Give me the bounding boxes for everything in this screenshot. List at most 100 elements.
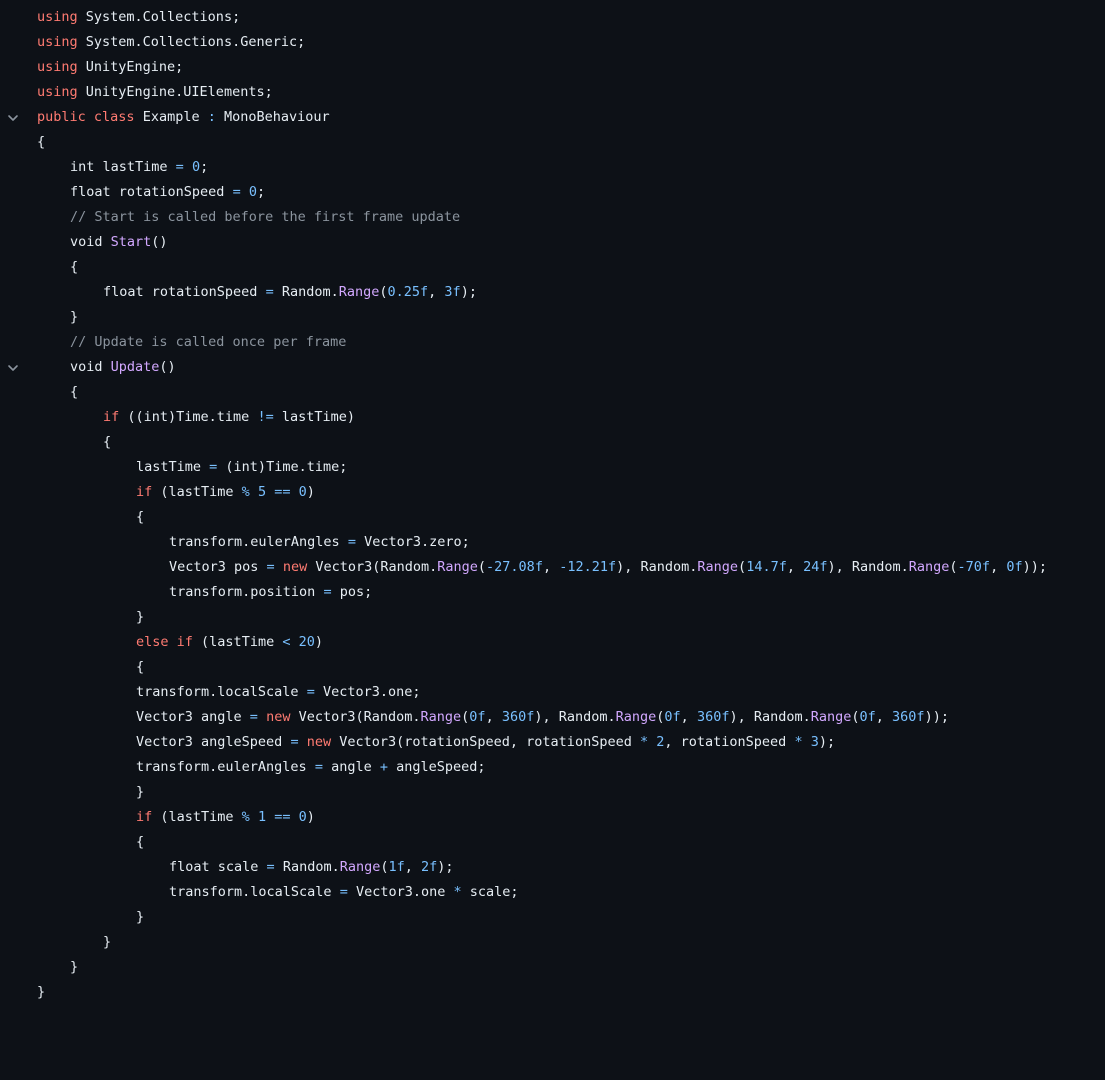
code-token: 1 [257, 809, 267, 825]
code-text: { [37, 655, 144, 680]
code-text: if (lastTime % 5 == 0) [37, 480, 315, 505]
code-token: = [175, 159, 184, 175]
code-text: { [37, 830, 144, 855]
code-token: 2f [421, 859, 438, 875]
code-line-39[interactable]: } [0, 955, 1105, 980]
code-token: (int)Time.time; [217, 459, 348, 475]
code-token: Vector3(Random. [290, 709, 421, 725]
code-token: = [314, 759, 323, 775]
code-token: Range [810, 709, 852, 725]
code-text: { [37, 255, 78, 280]
code-token: 14.7f [746, 559, 787, 575]
code-text: } [37, 930, 111, 955]
code-line-35[interactable]: float scale = Random.Range(1f, 2f); [0, 855, 1105, 880]
code-line-38[interactable]: } [0, 930, 1105, 955]
code-line-6[interactable]: { [0, 130, 1105, 155]
code-token: using [37, 59, 78, 75]
code-line-31[interactable]: transform.eulerAngles = angle + angleSpe… [0, 755, 1105, 780]
code-token: { [136, 659, 145, 675]
code-line-30[interactable]: Vector3 angleSpeed = new Vector3(rotatio… [0, 730, 1105, 755]
chevron-down-icon [8, 114, 18, 121]
code-line-19[interactable]: lastTime = (int)Time.time; [0, 455, 1105, 480]
code-line-21[interactable]: { [0, 505, 1105, 530]
code-line-22[interactable]: transform.eulerAngles = Vector3.zero; [0, 530, 1105, 555]
code-line-1[interactable]: using System.Collections; [0, 5, 1105, 30]
code-line-8[interactable]: float rotationSpeed = 0; [0, 180, 1105, 205]
code-token: } [136, 609, 145, 625]
code-line-17[interactable]: if ((int)Time.time != lastTime) [0, 405, 1105, 430]
code-token: 360f [696, 709, 730, 725]
code-text: transform.eulerAngles = angle + angleSpe… [37, 755, 486, 780]
code-token: else [136, 634, 169, 650]
code-line-32[interactable]: } [0, 780, 1105, 805]
code-line-33[interactable]: if (lastTime % 1 == 0) [0, 805, 1105, 830]
code-token: -70f [957, 559, 991, 575]
code-line-34[interactable]: { [0, 830, 1105, 855]
code-line-4[interactable]: using UnityEngine.UIElements; [0, 80, 1105, 105]
code-token: new [266, 709, 291, 725]
code-token: pos; [331, 584, 373, 600]
code-token: (lastTime [152, 484, 242, 500]
code-token: ); [460, 284, 477, 300]
code-token: ( [477, 559, 487, 575]
code-token: Range [420, 709, 462, 725]
code-line-37[interactable]: } [0, 905, 1105, 930]
code-token: = [265, 284, 274, 300]
code-token: = [232, 184, 241, 200]
code-token: { [103, 434, 112, 450]
code-line-29[interactable]: Vector3 angle = new Vector3(Random.Range… [0, 705, 1105, 730]
code-token: angleSpeed; [388, 759, 486, 775]
code-token: } [136, 909, 145, 925]
code-token: if [136, 484, 153, 500]
code-text: } [37, 305, 78, 330]
code-line-15[interactable]: void Update() [0, 355, 1105, 380]
code-line-3[interactable]: using UnityEngine; [0, 55, 1105, 80]
code-token: Random. [274, 859, 340, 875]
code-token: Vector3 angleSpeed [136, 734, 291, 750]
code-line-28[interactable]: transform.localScale = Vector3.one; [0, 680, 1105, 705]
code-line-5[interactable]: public class Example : MonoBehaviour [0, 105, 1105, 130]
code-line-12[interactable]: float rotationSpeed = Random.Range(0.25f… [0, 280, 1105, 305]
code-token: )); [924, 709, 949, 725]
code-token: Vector3 pos [169, 559, 267, 575]
code-token: class [93, 109, 135, 125]
code-line-25[interactable]: } [0, 605, 1105, 630]
code-line-11[interactable]: { [0, 255, 1105, 280]
code-line-14[interactable]: // Update is called once per frame [0, 330, 1105, 355]
fold-toggle[interactable] [6, 355, 20, 380]
code-token: , [786, 559, 804, 575]
code-editor[interactable]: using System.Collections; using System.C… [0, 0, 1105, 1010]
code-token: 0f [664, 709, 681, 725]
code-token: } [37, 984, 46, 1000]
code-line-2[interactable]: using System.Collections.Generic; [0, 30, 1105, 55]
code-line-24[interactable]: transform.position = pos; [0, 580, 1105, 605]
code-line-40[interactable]: } [0, 980, 1105, 1005]
code-line-13[interactable]: } [0, 305, 1105, 330]
code-line-26[interactable]: else if (lastTime < 20) [0, 630, 1105, 655]
code-text: } [37, 605, 144, 630]
fold-toggle[interactable] [6, 105, 20, 130]
code-line-7[interactable]: int lastTime = 0; [0, 155, 1105, 180]
code-line-23[interactable]: Vector3 pos = new Vector3(Random.Range(-… [0, 555, 1105, 580]
code-token: % [241, 484, 250, 500]
code-line-18[interactable]: { [0, 430, 1105, 455]
code-token: (lastTime [152, 809, 242, 825]
code-text: using System.Collections.Generic; [37, 30, 305, 55]
code-line-9[interactable]: // Start is called before the first fram… [0, 205, 1105, 230]
code-token: 0 [298, 484, 307, 500]
code-line-27[interactable]: { [0, 655, 1105, 680]
code-token: Range [338, 284, 380, 300]
code-line-36[interactable]: transform.localScale = Vector3.one * sca… [0, 880, 1105, 905]
code-line-16[interactable]: { [0, 380, 1105, 405]
code-token: System.Collections; [77, 9, 241, 25]
code-line-10[interactable]: void Start() [0, 230, 1105, 255]
code-text: } [37, 905, 144, 930]
code-text: { [37, 505, 144, 530]
code-token: // Start is called before the first fram… [70, 209, 461, 225]
code-line-20[interactable]: if (lastTime % 5 == 0) [0, 480, 1105, 505]
code-token: * [794, 734, 803, 750]
code-token: = [339, 884, 348, 900]
